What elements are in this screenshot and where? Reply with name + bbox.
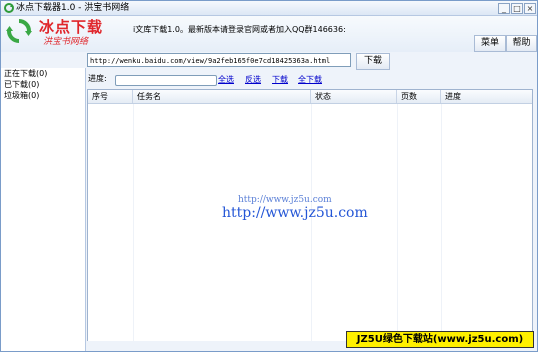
column-divider (311, 104, 312, 342)
close-button[interactable]: × (524, 3, 536, 14)
column-header-progress[interactable]: 进度 (441, 90, 532, 103)
refresh-logo-icon (6, 19, 32, 43)
url-input[interactable]: http://wenku.baidu.com/view/9a2feb165f0e… (87, 53, 351, 67)
menu-button[interactable]: 菜单 (474, 35, 506, 52)
notice-text: i文库下载1.0。最新版本请登录官网或者加入QQ群146636: (133, 25, 346, 34)
title-bar: 冰点下载器1.0 - 洪宝书网络 _ □ × (1, 1, 537, 16)
help-button[interactable]: 帮助 (506, 35, 537, 52)
minimize-button[interactable]: _ (498, 3, 510, 14)
sidebar-item-downloaded[interactable]: 已下载(0) (1, 79, 85, 90)
sidebar-item-trash[interactable]: 垃圾箱(0) (1, 90, 85, 101)
maximize-button[interactable]: □ (511, 3, 523, 14)
invert-selection-link[interactable]: 反选 (245, 75, 261, 85)
window-title: 冰点下载器1.0 - 洪宝书网络 (16, 3, 130, 13)
watermark-small: http://www.jz5u.com (238, 195, 332, 205)
site-badge: JZ5U绿色下载站(www.jz5u.com) (346, 331, 534, 348)
table-header: 序号 任务名 状态 页数 进度 (88, 90, 532, 104)
sidebar-item-downloading[interactable]: 正在下载(0) (1, 68, 85, 79)
column-divider (441, 104, 442, 342)
sidebar: 正在下载(0) 已下载(0) 垃圾箱(0) (1, 68, 86, 351)
column-header-index[interactable]: 序号 (88, 90, 133, 103)
column-header-status[interactable]: 状态 (311, 90, 397, 103)
header-bar: 冰点下载 洪宝书网络 i文库下载1.0。最新版本请登录官网或者加入QQ群1466… (1, 16, 537, 52)
column-header-task-name[interactable]: 任务名 (133, 90, 311, 103)
brand-title: 冰点下载 (39, 18, 104, 36)
column-divider (397, 104, 398, 342)
download-link[interactable]: 下载 (272, 75, 288, 85)
app-icon (4, 3, 14, 13)
watermark-large: http://www.jz5u.com (222, 205, 368, 221)
progress-label: 进度: (88, 74, 107, 83)
brand-subtitle: 洪宝书网络 (43, 37, 89, 47)
download-all-link[interactable]: 全下载 (298, 75, 322, 85)
main-window: 冰点下载器1.0 - 洪宝书网络 _ □ × 冰点下载 洪宝书网络 i文库下载1… (0, 0, 538, 352)
download-button[interactable]: 下载 (356, 53, 390, 70)
column-header-pages[interactable]: 页数 (397, 90, 441, 103)
column-divider (133, 104, 134, 342)
select-all-link[interactable]: 全选 (218, 75, 234, 85)
progress-bar (115, 75, 217, 86)
task-table: 序号 任务名 状态 页数 进度 http://www.jz5u.com http… (87, 89, 533, 343)
